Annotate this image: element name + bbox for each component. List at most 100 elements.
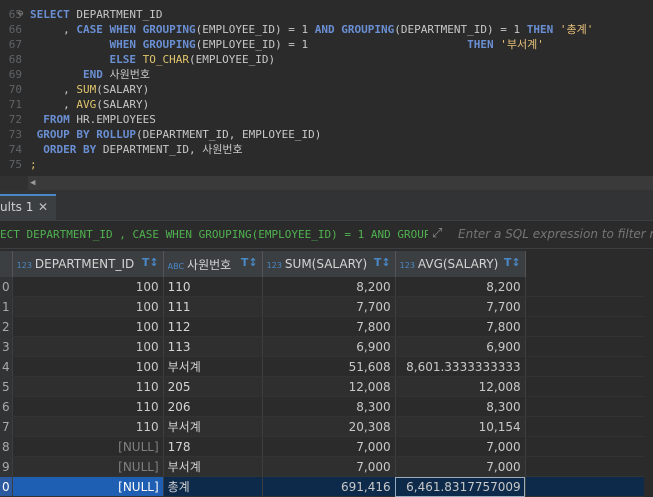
- code-line[interactable]: 72 FROM HR.EMPLOYEES: [0, 112, 653, 127]
- filter-sort-icon[interactable]: T↕: [504, 256, 521, 269]
- cell-employee-no[interactable]: 112: [163, 316, 263, 337]
- tab-results-1[interactable]: ults 1 ✕: [0, 194, 56, 220]
- cell-employee-no[interactable]: 178: [163, 436, 263, 457]
- filter-input[interactable]: [454, 224, 653, 244]
- cell-sum-salary[interactable]: 8,300: [262, 396, 396, 417]
- filter-sort-icon[interactable]: T↕: [142, 256, 159, 269]
- row-number[interactable]: 6: [0, 396, 13, 417]
- cell-employee-no[interactable]: 부서계: [163, 356, 263, 377]
- expand-filter-icon[interactable]: ⤢: [432, 226, 450, 242]
- cell-avg-salary[interactable]: 6,461.8317757009: [395, 476, 526, 497]
- row-number[interactable]: 5: [0, 376, 13, 397]
- column-header-department-id[interactable]: 123 DEPARTMENT_ID T↕: [12, 251, 164, 277]
- row-number[interactable]: 1: [0, 296, 13, 317]
- cell-avg-salary[interactable]: 7,000: [395, 456, 526, 477]
- close-icon[interactable]: ✕: [38, 196, 48, 218]
- table-row[interactable]: 9 [NULL] 부서계 7,000 7,000: [0, 456, 644, 477]
- code-line[interactable]: 74 ORDER BY DEPARTMENT_ID, 사원번호: [0, 142, 653, 157]
- cell-department-id[interactable]: 110: [12, 416, 164, 437]
- cell-employee-no[interactable]: 부서계: [163, 416, 263, 437]
- table-row[interactable]: 3 100 113 6,900 6,900: [0, 336, 644, 357]
- cell-sum-salary[interactable]: 20,308: [262, 416, 396, 437]
- table-row[interactable]: 6 110 206 8,300 8,300: [0, 396, 644, 417]
- table-row[interactable]: 8 [NULL] 178 7,000 7,000: [0, 436, 644, 457]
- code-line[interactable]: 68 ELSE TO_CHAR(EMPLOYEE_ID): [0, 52, 653, 67]
- scroll-left-icon[interactable]: ◀: [30, 176, 35, 190]
- cell-avg-salary[interactable]: 6,900: [395, 336, 526, 357]
- code-line[interactable]: 73 GROUP BY ROLLUP(DEPARTMENT_ID, EMPLOY…: [0, 127, 653, 142]
- cell-department-id[interactable]: [NULL]: [12, 476, 164, 497]
- cell-sum-salary[interactable]: 7,700: [262, 296, 396, 317]
- code-line[interactable]: 70 , SUM(SALARY): [0, 82, 653, 97]
- code-line[interactable]: 67 WHEN GROUPING(EMPLOYEE_ID) = 1 THEN '…: [0, 37, 653, 52]
- editor-horizontal-scrollbar[interactable]: ◀: [28, 176, 653, 190]
- table-row[interactable]: 0 [NULL] 총계 691,416 6,461.8317757009: [0, 476, 644, 497]
- row-number[interactable]: 3: [0, 336, 13, 357]
- cell-avg-salary[interactable]: 10,154: [395, 416, 526, 437]
- filter-sort-icon[interactable]: T↕: [374, 256, 391, 269]
- sql-editor[interactable]: 65 ⊖ SELECT DEPARTMENT_ID 66 , CASE WHEN GR…: [0, 0, 653, 176]
- row-number[interactable]: 0: [0, 277, 13, 297]
- cell-sum-salary[interactable]: 7,000: [262, 436, 396, 457]
- row-number[interactable]: 7: [0, 416, 13, 437]
- code-line[interactable]: 66 , CASE WHEN GROUPING(EMPLOYEE_ID) = 1…: [0, 22, 653, 37]
- cell-avg-salary[interactable]: 8,601.3333333333: [395, 356, 526, 377]
- cell-department-id[interactable]: 100: [12, 336, 164, 357]
- table-row[interactable]: 7 110 부서계 20,308 10,154: [0, 416, 644, 437]
- code-line[interactable]: 65 ⊖ SELECT DEPARTMENT_ID: [0, 7, 653, 22]
- table-row[interactable]: 0 100 110 8,200 8,200: [0, 277, 644, 297]
- column-header-sum-salary[interactable]: 123 SUM(SALARY) T↕: [262, 251, 396, 277]
- cell-avg-salary[interactable]: 7,700: [395, 296, 526, 317]
- cell-department-id[interactable]: [NULL]: [12, 456, 164, 477]
- cell-sum-salary[interactable]: 12,008: [262, 376, 396, 397]
- cell-sum-salary[interactable]: 7,800: [262, 316, 396, 337]
- cell-employee-no[interactable]: 부서계: [163, 456, 263, 477]
- row-filler: [525, 396, 644, 417]
- cell-employee-no[interactable]: 206: [163, 396, 263, 417]
- cell-employee-no[interactable]: 110: [163, 277, 263, 297]
- table-row[interactable]: 2 100 112 7,800 7,800: [0, 316, 644, 337]
- cell-sum-salary[interactable]: 6,900: [262, 336, 396, 357]
- table-row[interactable]: 5 110 205 12,008 12,008: [0, 376, 644, 397]
- filter-sort-icon[interactable]: T↕: [241, 256, 258, 269]
- cell-sum-salary[interactable]: 51,608: [262, 356, 396, 377]
- cell-avg-salary[interactable]: 8,300: [395, 396, 526, 417]
- row-filler: [525, 277, 644, 297]
- row-number[interactable]: 0: [0, 476, 13, 497]
- cell-avg-salary[interactable]: 7,000: [395, 436, 526, 457]
- code-text: ORDER BY DEPARTMENT_ID, 사원번호: [43, 143, 243, 156]
- cell-sum-salary[interactable]: 7,000: [262, 456, 396, 477]
- row-number[interactable]: 9: [0, 456, 13, 477]
- cell-department-id[interactable]: 100: [12, 296, 164, 317]
- cell-department-id[interactable]: 110: [12, 396, 164, 417]
- cell-employee-no[interactable]: 총계: [163, 476, 263, 497]
- cell-sum-salary[interactable]: 691,416: [262, 476, 396, 497]
- row-number[interactable]: 4: [0, 356, 13, 377]
- cell-avg-salary[interactable]: 12,008: [395, 376, 526, 397]
- table-row[interactable]: 4 100 부서계 51,608 8,601.3333333333: [0, 356, 644, 377]
- column-header-avg-salary[interactable]: 123 AVG(SALARY) T↕: [395, 251, 526, 277]
- cell-department-id[interactable]: 100: [12, 277, 164, 297]
- table-row[interactable]: 1 100 111 7,700 7,700: [0, 296, 644, 317]
- code-line[interactable]: 71 , AVG(SALARY): [0, 97, 653, 112]
- cell-department-id[interactable]: 110: [12, 376, 164, 397]
- fold-toggle-icon[interactable]: ⊖: [18, 7, 23, 22]
- code-text: FROM HR.EMPLOYEES: [43, 113, 156, 126]
- cell-employee-no[interactable]: 111: [163, 296, 263, 317]
- row-filler: [525, 316, 644, 337]
- cell-avg-salary[interactable]: 8,200: [395, 277, 526, 297]
- cell-department-id[interactable]: [NULL]: [12, 436, 164, 457]
- cell-sum-salary[interactable]: 8,200: [262, 277, 396, 297]
- column-header-employee-no[interactable]: ABC 사원번호 T↕: [163, 251, 263, 277]
- cell-avg-salary[interactable]: 7,800: [395, 316, 526, 337]
- code-line[interactable]: 69 END 사원번호: [0, 67, 653, 82]
- code-line[interactable]: 75;: [0, 157, 653, 172]
- row-filler: [525, 336, 644, 357]
- cell-employee-no[interactable]: 205: [163, 376, 263, 397]
- cell-employee-no[interactable]: 113: [163, 336, 263, 357]
- cell-department-id[interactable]: 100: [12, 316, 164, 337]
- row-number[interactable]: 8: [0, 436, 13, 457]
- cell-department-id[interactable]: 100: [12, 356, 164, 377]
- column-name: AVG(SALARY): [417, 257, 499, 271]
- row-number[interactable]: 2: [0, 316, 13, 337]
